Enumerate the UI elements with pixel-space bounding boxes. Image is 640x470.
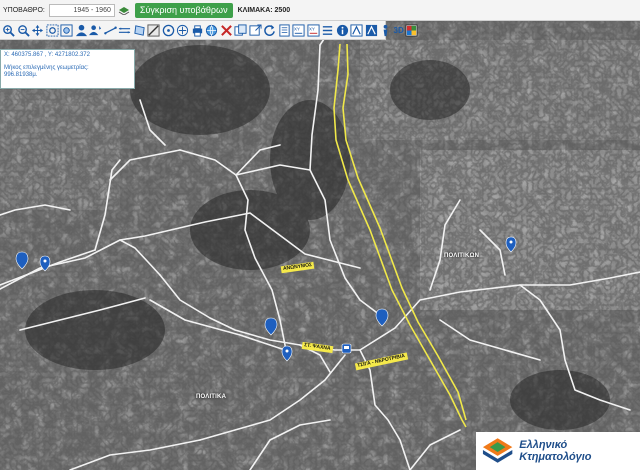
polygon-icon[interactable] [133, 23, 146, 37]
circle-tool-icon[interactable] [162, 23, 175, 37]
scale-label: ΚΛΙΜΑΚΑ: 2500 [237, 6, 291, 14]
ktimatologio-logo-icon [482, 438, 513, 463]
user-location-icon[interactable] [89, 23, 102, 37]
ktimatologio-logo: Ελληνικό Κτηματολόγιο [476, 432, 640, 470]
place-label-politikon: ΠΟΛΙΤΙΚΩΝ [444, 253, 480, 259]
bus-stop-icon[interactable] [341, 343, 352, 354]
place-label-politika: ΠΟΛΙΤΙΚΑ [196, 394, 227, 400]
info-icon[interactable] [336, 23, 349, 37]
person-icon[interactable] [379, 23, 392, 37]
coordinates-xy-icon[interactable]: XY [292, 23, 305, 37]
layers-icon[interactable] [117, 4, 131, 17]
background-label: ΥΠΟΒΑΘΡΟ: [3, 6, 45, 14]
map-toolbar: XY XY 3D [0, 21, 418, 40]
user-icon[interactable] [75, 23, 88, 37]
copy-icon[interactable] [234, 23, 247, 37]
layers-active-icon[interactable] [365, 23, 378, 37]
logo-text: Ελληνικό Κτηματολόγιο [519, 439, 592, 463]
length-label: Μήκος επιλεγμένης γεωμετρίας: [4, 64, 89, 71]
period-select[interactable]: 1945 - 1960 [48, 3, 115, 17]
legend-icon[interactable] [350, 23, 363, 37]
pan-icon[interactable] [31, 23, 44, 37]
coordinates-readout: X: 460375.867 , Y: 4271802.372 [4, 52, 90, 58]
measure-line-icon[interactable] [103, 23, 117, 37]
measurement-info-box: X: 460375.867 , Y: 4271802.372 Μήκος επι… [0, 49, 135, 89]
length-value: 996.81938μ. [4, 72, 38, 78]
coordinates-xy-alt-icon[interactable]: XY [306, 23, 320, 37]
export-icon[interactable] [248, 23, 262, 37]
period-value: 1945 - 1960 [73, 6, 111, 14]
document-icon[interactable] [278, 23, 291, 37]
list-icon[interactable] [321, 23, 334, 37]
svg-text:XY: XY [294, 26, 300, 31]
marker-icon[interactable] [176, 23, 189, 37]
zoom-extent-icon[interactable] [60, 23, 73, 37]
top-bar: ΥΠΟΒΑΘΡΟ: 1945 - 1960 Σύγκριση υποβάθρων… [0, 0, 640, 21]
globe-icon[interactable] [205, 23, 218, 37]
zoom-box-icon[interactable] [45, 23, 59, 37]
clear-icon[interactable] [220, 23, 233, 37]
svg-text:XY: XY [308, 26, 314, 31]
print-icon[interactable] [191, 23, 204, 37]
refresh-icon[interactable] [263, 23, 276, 37]
compare-backgrounds-button[interactable]: Σύγκριση υποβάθρων [134, 2, 233, 18]
identify-icon[interactable] [147, 23, 160, 37]
measure-area-icon[interactable] [118, 23, 131, 37]
three-d-icon[interactable]: 3D [394, 23, 404, 37]
color-picker-icon[interactable] [405, 23, 418, 37]
zoom-in-icon[interactable] [2, 23, 15, 37]
zoom-out-icon[interactable] [17, 23, 30, 37]
